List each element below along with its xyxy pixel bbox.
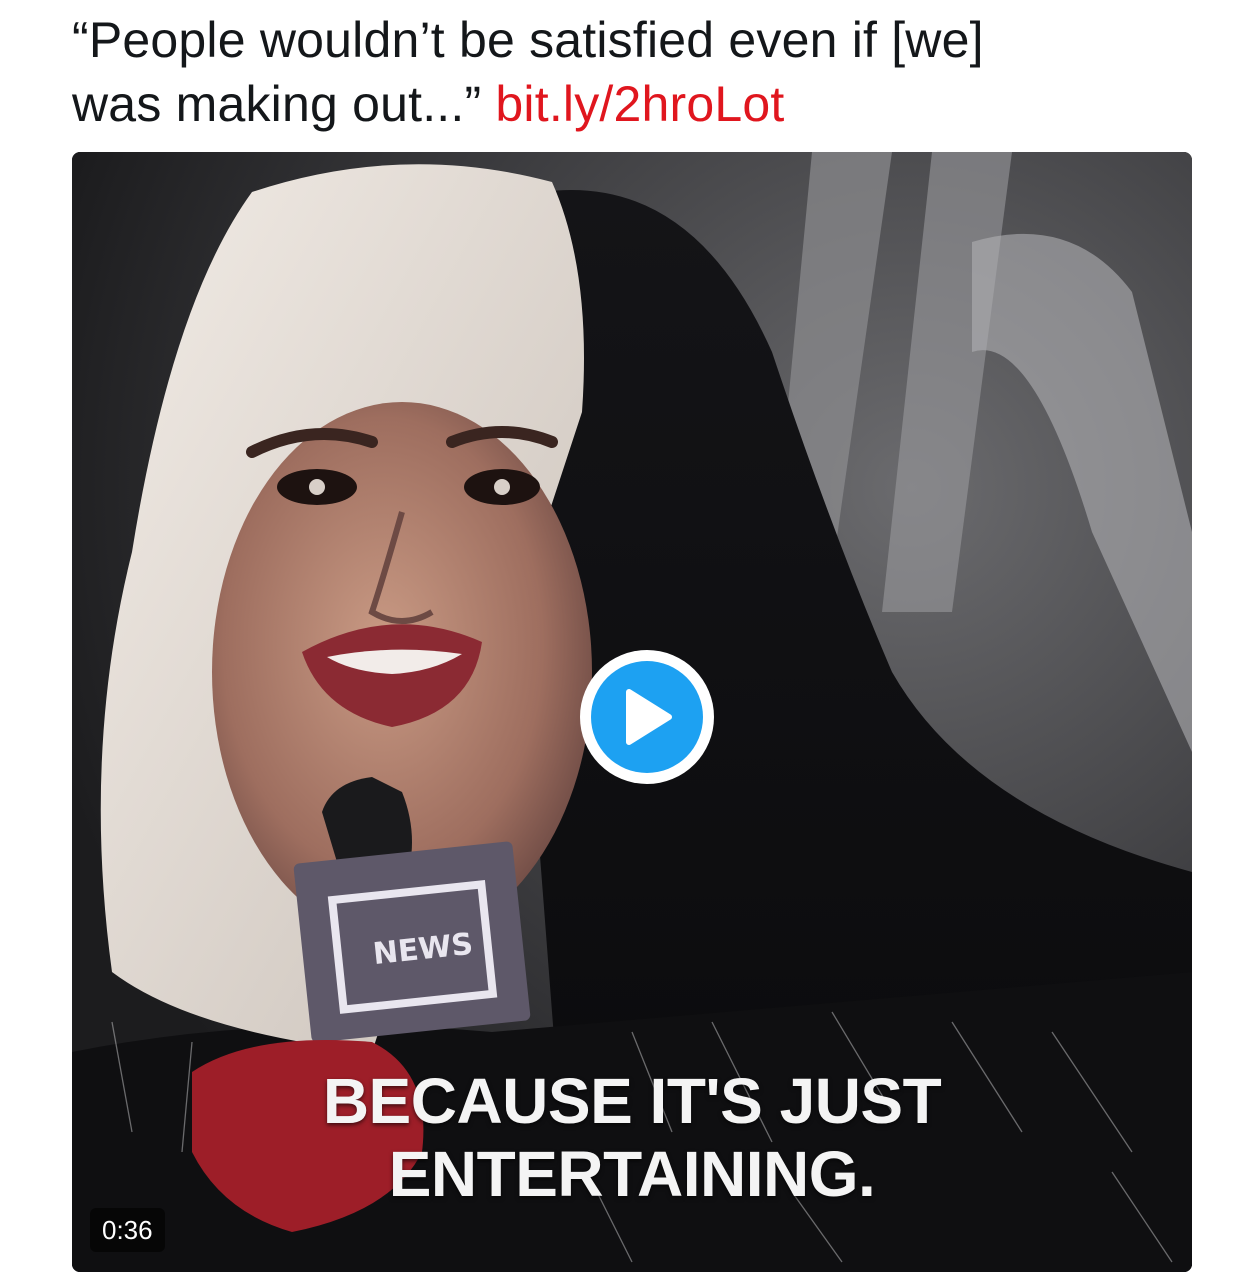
- play-icon: [626, 689, 672, 745]
- tweet-quote-line-1: “People wouldn’t be satisfied even if [w…: [72, 12, 984, 68]
- video-player[interactable]: NEWS BECAUSE IT'S JUST ENTERTAINING. 0:3…: [72, 152, 1192, 1272]
- tweet-text: “People wouldn’t be satisfied even if [w…: [72, 8, 1182, 136]
- tweet-link[interactable]: bit.ly/2hroLot: [495, 76, 784, 132]
- video-caption-line-2: ENTERTAINING.: [388, 1138, 876, 1210]
- video-duration-badge: 0:36: [90, 1208, 165, 1252]
- video-caption-line-1: BECAUSE IT'S JUST: [322, 1065, 942, 1137]
- play-button-circle: [591, 661, 703, 773]
- play-button[interactable]: [580, 650, 714, 784]
- tweet-quote-line-2: was making out...”: [72, 76, 482, 132]
